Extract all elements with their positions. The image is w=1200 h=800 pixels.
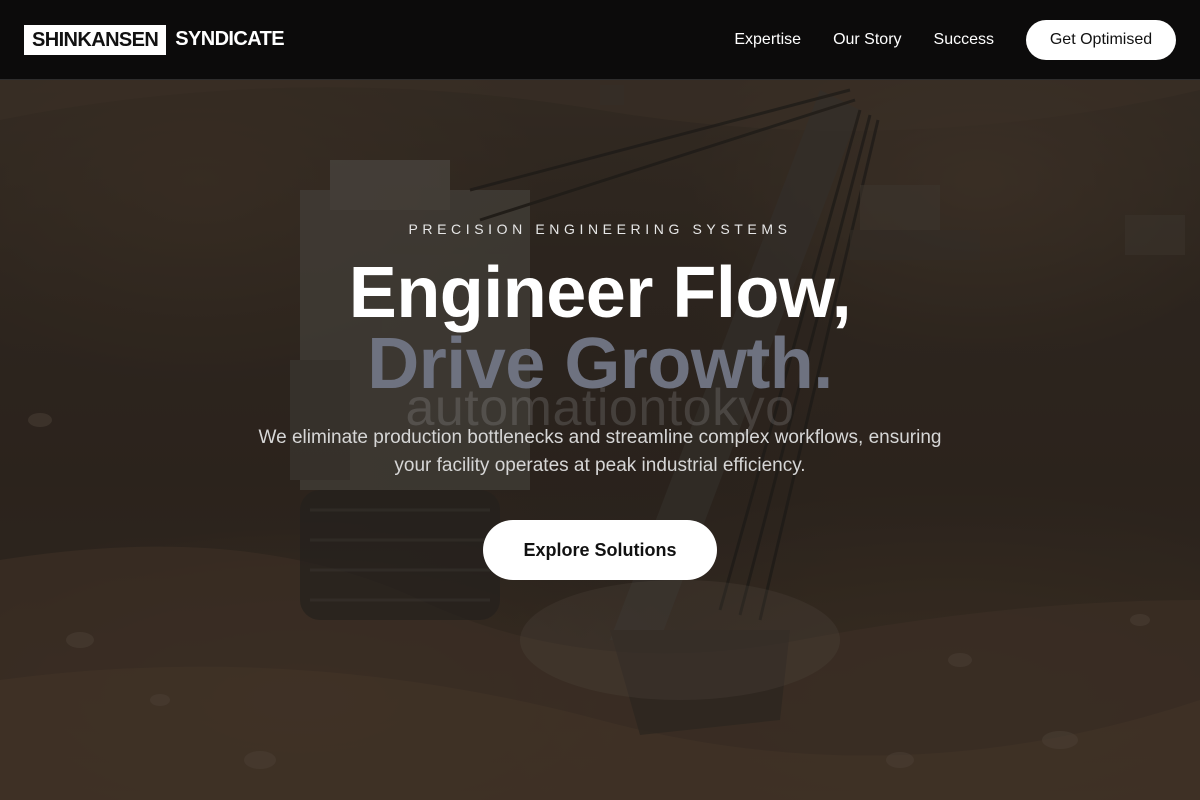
top-navbar: SHINKANSEN SYNDICATE Expertise Our Story… bbox=[0, 0, 1200, 80]
brand-logo-text: SYNDICATE bbox=[175, 28, 284, 50]
nav-link-success[interactable]: Success bbox=[934, 31, 994, 49]
hero-subtext: We eliminate production bottlenecks and … bbox=[258, 427, 942, 476]
nav-link-our-story[interactable]: Our Story bbox=[833, 31, 901, 49]
hero-section: PRECISION ENGINEERING SYSTEMS Engineer F… bbox=[0, 0, 1200, 800]
hero-eyebrow: PRECISION ENGINEERING SYSTEMS bbox=[408, 221, 792, 237]
brand-logo[interactable]: SHINKANSEN SYNDICATE bbox=[24, 24, 285, 55]
brand-logo-box: SHINKANSEN bbox=[24, 24, 167, 55]
explore-solutions-button[interactable]: Explore Solutions bbox=[483, 520, 717, 580]
hero-headline-primary: Engineer Flow, bbox=[348, 253, 852, 333]
main-nav: Expertise Our Story Success Get Optimise… bbox=[734, 19, 1176, 60]
nav-link-expertise[interactable]: Expertise bbox=[734, 31, 801, 49]
get-optimised-button[interactable]: Get Optimised bbox=[1026, 19, 1176, 60]
